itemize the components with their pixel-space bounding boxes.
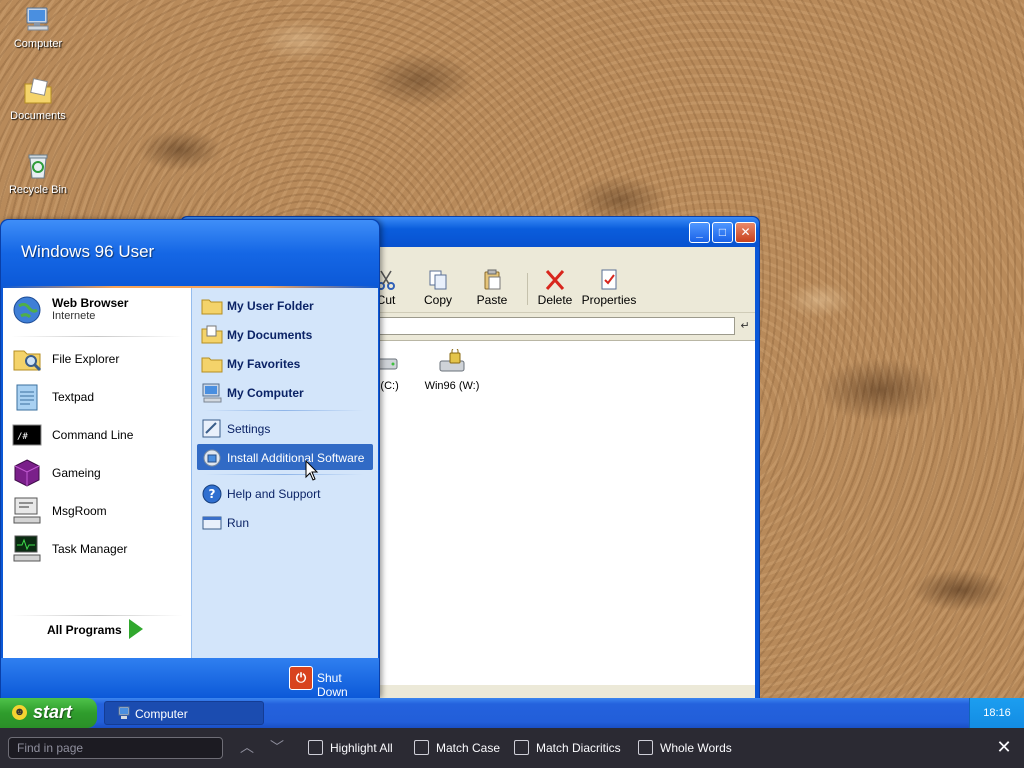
start-menu-header: Windows 96 User <box>1 220 379 286</box>
svg-text:/#: /# <box>17 432 28 442</box>
delete-x-icon <box>545 270 565 290</box>
globe-icon <box>13 296 41 324</box>
install-software-icon <box>203 449 221 467</box>
properties-button[interactable]: Properties <box>581 269 637 307</box>
system-separator <box>204 474 364 475</box>
terminal-icon: /# <box>12 424 42 446</box>
find-previous-icon[interactable]: ︿ <box>238 738 256 756</box>
properties-icon <box>601 269 617 290</box>
place-my-favorites[interactable]: My Favorites <box>197 350 373 376</box>
file-explorer-icon <box>13 350 42 372</box>
system-settings[interactable]: Settings <box>197 415 373 441</box>
paste-icon <box>484 269 501 290</box>
copy-icon <box>429 270 447 290</box>
delete-button[interactable]: Delete <box>527 269 583 307</box>
folder-icon <box>201 357 223 373</box>
desktop-icon-documents[interactable]: Documents <box>6 76 70 122</box>
locked-drive-icon <box>439 349 465 372</box>
all-programs-separator <box>11 615 183 616</box>
all-programs-label[interactable]: All Programs <box>47 623 122 637</box>
computer-icon <box>118 706 130 719</box>
user-name: Windows 96 User <box>21 242 155 261</box>
documents-folder-icon <box>24 78 52 104</box>
all-programs-arrow-icon[interactable] <box>129 619 143 639</box>
program-gameing[interactable]: Gameing <box>9 455 189 491</box>
chat-computer-icon <box>13 497 41 524</box>
go-arrow-icon[interactable]: ↵ <box>737 318 753 334</box>
programs-column: Web Browser Internete File Explorer Text… <box>3 288 191 658</box>
system-help-and-support[interactable]: ? Help and Support <box>197 480 373 506</box>
minimize-button[interactable]: _ <box>689 222 710 243</box>
place-my-user-folder[interactable]: My User Folder <box>197 292 373 318</box>
program-textpad[interactable]: Textpad <box>9 379 189 415</box>
mouse-cursor-icon <box>305 460 319 481</box>
close-button[interactable]: ✕ <box>735 222 756 243</box>
computer-icon <box>202 383 222 403</box>
game-cube-icon <box>14 459 40 487</box>
power-icon: ⏻ <box>289 666 313 690</box>
drive-item-w[interactable]: Win96 (W:) <box>417 349 487 392</box>
notepad-icon <box>16 384 38 411</box>
task-manager-icon <box>13 535 41 562</box>
place-my-documents[interactable]: My Documents <box>197 321 373 347</box>
system-tray-clock[interactable]: 18:16 <box>969 698 1024 728</box>
find-bar: Find in page ︿ ﹀ Highlight All Match Cas… <box>0 728 1024 768</box>
pinned-separator <box>11 336 183 337</box>
program-web-browser[interactable]: Web Browser Internete <box>9 292 189 328</box>
checkbox-icon[interactable] <box>638 740 653 755</box>
help-icon: ? <box>202 484 222 504</box>
copy-button[interactable]: Copy <box>410 269 466 307</box>
find-next-icon[interactable]: ﹀ <box>268 738 286 756</box>
program-task-manager[interactable]: Task Manager <box>9 531 189 567</box>
close-find-bar-icon[interactable]: ✕ <box>994 737 1014 757</box>
documents-icon <box>201 325 223 344</box>
find-input[interactable]: Find in page <box>8 737 223 759</box>
paste-button[interactable]: Paste <box>464 269 520 307</box>
checkbox-icon[interactable] <box>414 740 429 755</box>
taskbar: ☻ start Computer 18:16 <box>0 698 1024 728</box>
start-smiley-icon: ☻ <box>12 705 27 720</box>
taskbar-item-computer[interactable]: Computer <box>104 701 264 725</box>
run-icon <box>202 516 222 530</box>
folder-icon <box>201 299 223 315</box>
place-my-computer[interactable]: My Computer <box>197 379 373 405</box>
desktop-icon-computer[interactable]: Computer <box>6 4 70 50</box>
system-run[interactable]: Run <box>197 509 373 535</box>
settings-icon <box>202 419 221 438</box>
svg-text:?: ? <box>209 487 216 501</box>
desktop-icon-recycle-bin[interactable]: Recycle Bin <box>6 150 70 196</box>
maximize-button[interactable]: □ <box>712 222 733 243</box>
places-separator <box>204 410 364 411</box>
checkbox-icon[interactable] <box>514 740 529 755</box>
places-column: My User Folder My Documents My Favorites… <box>191 288 378 658</box>
start-menu: Windows 96 User Web Browser Internete Fi… <box>0 219 380 699</box>
program-command-line[interactable]: /# Command Line <box>9 417 189 453</box>
system-install-software[interactable]: Install Additional Software <box>197 444 373 470</box>
start-menu-footer: ⏻ Shut Down <box>1 658 379 699</box>
recycle-bin-icon <box>28 154 48 179</box>
computer-icon <box>26 7 49 31</box>
program-file-explorer[interactable]: File Explorer <box>9 341 189 377</box>
start-button[interactable]: ☻ start <box>0 698 97 728</box>
checkbox-icon[interactable] <box>308 740 323 755</box>
shutdown-button[interactable]: ⏻ Shut Down <box>289 666 375 699</box>
program-msgroom[interactable]: MsgRoom <box>9 493 189 529</box>
